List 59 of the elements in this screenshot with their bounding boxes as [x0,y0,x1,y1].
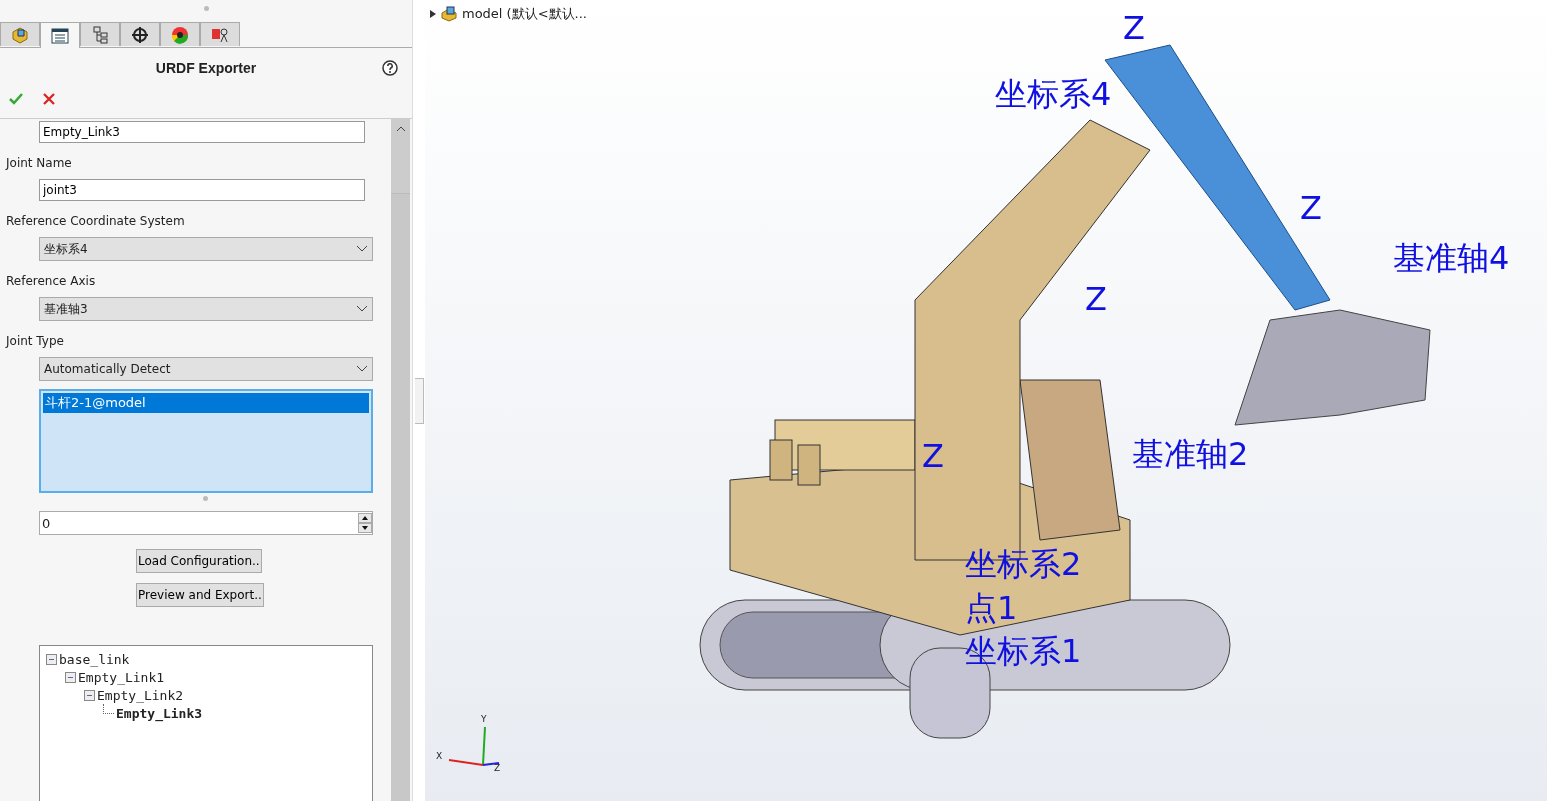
spin-down-icon[interactable] [358,523,372,533]
tree-connector-icon [103,704,114,714]
annotation-label: 坐标系2 [965,548,1082,580]
annotation-label: Z [1123,12,1145,44]
axis-label: Z [494,764,501,773]
panel-tab[interactable] [160,22,200,46]
action-button[interactable]: Load Configuration.. [136,549,262,573]
scroll-up-icon[interactable] [395,125,406,133]
collapse-icon[interactable] [46,653,57,665]
resize-handle[interactable] [203,6,209,11]
list-icon [50,26,70,45]
tree-item[interactable]: Empty_Link2 [97,687,184,703]
chevron-down-icon [356,305,368,313]
color-ball-icon [170,25,190,44]
link-name-field[interactable]: Empty_Link3 [39,121,365,143]
spin-up-icon[interactable] [358,513,372,523]
field-label: Joint Type [6,334,64,348]
collapse-icon[interactable] [65,671,76,683]
annotation-label: 点1 [965,592,1018,624]
annotation-label: Z [1300,192,1322,224]
tree-item[interactable]: Empty_Link3 [116,705,203,721]
annotation-label: 坐标系4 [995,78,1112,110]
dropdown[interactable]: 坐标系4 [39,237,373,261]
chevron-down-icon [356,365,368,373]
cancel-icon[interactable] [42,92,56,106]
expand-arrow-icon[interactable] [430,10,436,18]
tree-item[interactable]: base_link [59,651,130,667]
help-icon[interactable] [382,60,398,76]
joint-name-field[interactable]: joint3 [39,179,365,201]
chevron-down-icon [356,245,368,253]
list-item[interactable]: 斗杆2-1@model [43,393,369,413]
panel-tab[interactable] [120,22,160,46]
cube-icon [10,25,30,44]
collapse-icon[interactable] [84,689,95,701]
axis-label: X [436,752,443,761]
field-label: Reference Coordinate System [6,214,185,228]
panel-title: URDF Exporter [155,60,257,76]
crosshair-icon [130,25,150,44]
annotation-label: 基准轴2 [1132,438,1249,470]
annotation-label: Z [1085,283,1107,315]
splitter-handle[interactable] [414,377,424,424]
ok-check-icon[interactable] [8,92,24,106]
panel-tab[interactable] [40,22,80,48]
annotation-label: 坐标系1 [965,635,1082,667]
field-label: Reference Axis [6,274,96,288]
dropdown[interactable]: 基准轴3 [39,297,373,321]
number-field[interactable]: 0 [39,511,373,535]
action-button[interactable]: Preview and Export.. [136,583,264,607]
assembly-icon [441,6,457,22]
resize-handle[interactable] [203,496,208,501]
axis-label: Y [481,715,487,724]
field-label: Joint Name [6,156,72,170]
tree-item[interactable]: Empty_Link1 [78,669,165,685]
model-name[interactable]: model (默认<默认... [462,5,587,23]
dropdown[interactable]: Automatically Detect [39,357,373,381]
annotation-label: Z [922,440,944,472]
annotation-label: 基准轴4 [1393,242,1510,274]
tree-icon [90,25,110,44]
selection-list[interactable]: 斗杆2-1@model [39,389,373,493]
